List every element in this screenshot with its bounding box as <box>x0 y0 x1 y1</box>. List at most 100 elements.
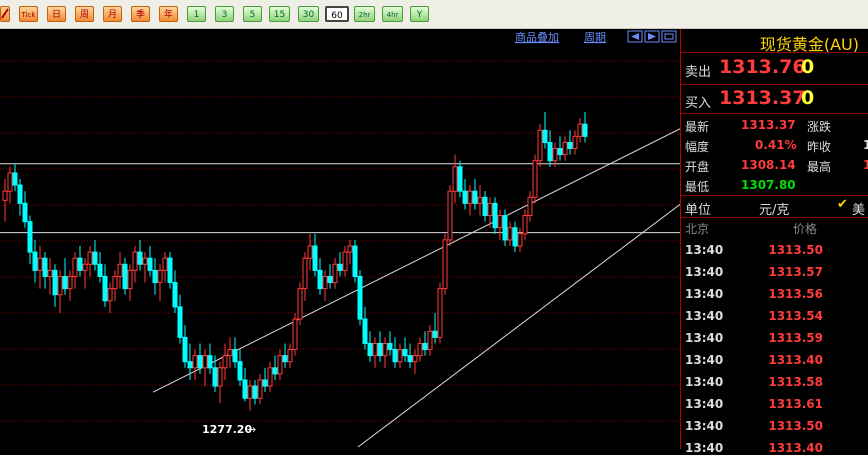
candle-body <box>87 251 93 265</box>
scroll-left-icon[interactable] <box>627 30 643 43</box>
candle-body <box>457 166 463 192</box>
candle-body <box>432 330 438 338</box>
high-value: 1 <box>863 158 868 172</box>
candle-body <box>572 135 578 150</box>
tick-time: 13:40 <box>685 353 724 367</box>
candle-body <box>337 263 343 271</box>
candle-body <box>192 355 198 369</box>
sell-volume: 0 <box>801 56 815 78</box>
prev-close-value: 1 <box>863 138 868 152</box>
quote-panel: 现货黄金(AU) 卖出 1313.76 0 买入 1313.37 0 最新 13… <box>680 29 868 455</box>
candle-body <box>507 227 513 241</box>
candle-body <box>67 275 73 290</box>
week-button[interactable]: 周 <box>75 6 94 22</box>
y-button[interactable]: Y <box>410 6 429 22</box>
day-button[interactable]: 日 <box>47 6 66 22</box>
hr4-button[interactable]: 4hr <box>382 6 403 22</box>
candle-body <box>242 379 248 399</box>
candle-body <box>302 257 308 290</box>
candle-body <box>12 172 18 186</box>
candle-body <box>57 275 63 296</box>
tick-price: 1313.40 <box>768 441 823 455</box>
candle-body <box>547 141 553 162</box>
candle-body <box>297 288 303 320</box>
pencil-icon[interactable] <box>0 6 10 22</box>
candle-body <box>187 361 193 369</box>
candle-body <box>217 367 223 387</box>
min1-button[interactable]: 1 <box>187 6 206 22</box>
low-label: 最低 <box>685 180 710 194</box>
tick-price: 1313.40 <box>768 353 823 367</box>
arrow-right-icon: → <box>247 423 256 436</box>
min3-button[interactable]: 3 <box>215 6 234 22</box>
candle-body <box>407 355 413 363</box>
candle-body <box>437 288 443 338</box>
low-annotation: 1277.20 <box>202 423 252 436</box>
period-link[interactable]: 周期 <box>584 31 606 44</box>
tick-time: 13:40 <box>685 287 724 301</box>
candle-body <box>277 355 283 375</box>
candle-body <box>522 215 528 235</box>
candle-body <box>412 355 418 363</box>
candle-body <box>542 129 548 143</box>
candle-body <box>287 349 293 363</box>
candle-body <box>347 245 353 253</box>
candle-body <box>307 245 313 259</box>
tick-price: 1313.59 <box>768 331 823 345</box>
candle-body <box>37 257 43 271</box>
min60-button[interactable]: 60 <box>325 6 349 22</box>
change-label: 涨跌 <box>807 120 832 134</box>
month-button[interactable]: 月 <box>103 6 122 22</box>
candle-body <box>272 367 278 375</box>
tick-price-header: 价格 <box>793 222 818 236</box>
candle-body <box>497 215 503 229</box>
overlay-link[interactable]: 商品叠加 <box>515 30 559 44</box>
candle-body <box>127 269 133 290</box>
tick-price: 1313.57 <box>768 265 823 279</box>
candle-body <box>352 245 358 277</box>
candle-body <box>317 269 323 290</box>
candle-body <box>52 269 58 296</box>
candle-body <box>172 282 178 308</box>
quarter-button[interactable]: 季 <box>131 6 150 22</box>
candle-body <box>462 190 468 204</box>
candle-body <box>27 221 33 253</box>
candle-body <box>227 349 233 357</box>
trend-line-lower[interactable] <box>357 161 680 448</box>
candle-body <box>262 379 268 387</box>
unit-value: 元/克 <box>759 203 790 218</box>
candle-body <box>17 184 23 204</box>
candlestick-chart[interactable]: 1277.20 → 商品叠加 周期 <box>0 29 680 449</box>
tick-price: 1313.58 <box>768 375 823 389</box>
candle-body <box>202 355 208 369</box>
scroll-right-icon[interactable] <box>644 30 660 43</box>
trend-line-upper[interactable] <box>152 100 680 393</box>
hr2-button[interactable]: 2hr <box>354 6 375 22</box>
candle-body <box>97 263 103 277</box>
candle-body <box>582 123 588 137</box>
candle-body <box>207 355 213 369</box>
candle-body <box>122 263 128 290</box>
candle-body <box>452 166 458 192</box>
tick-time-header: 北京 <box>685 222 710 236</box>
tick-price: 1313.50 <box>768 419 823 433</box>
low-value: 1307.80 <box>741 178 796 192</box>
min5-button[interactable]: 5 <box>243 6 262 22</box>
candle-body <box>112 275 118 290</box>
candle-body <box>137 251 143 265</box>
candle-body <box>142 257 148 265</box>
candle-body <box>32 251 38 271</box>
candle-body <box>232 349 238 363</box>
candle-body <box>537 129 543 162</box>
candle-body <box>157 269 163 284</box>
candle-body <box>222 355 228 369</box>
min30-button[interactable]: 30 <box>298 6 319 22</box>
restore-icon[interactable] <box>661 30 677 43</box>
candle-body <box>422 342 428 351</box>
year-button[interactable]: 年 <box>159 6 178 22</box>
candle-body <box>357 275 363 320</box>
checkmark-icon[interactable]: ✔ <box>837 197 848 212</box>
candle-body <box>152 269 158 284</box>
tick-button[interactable]: Tick <box>19 6 38 22</box>
min15-button[interactable]: 15 <box>269 6 290 22</box>
